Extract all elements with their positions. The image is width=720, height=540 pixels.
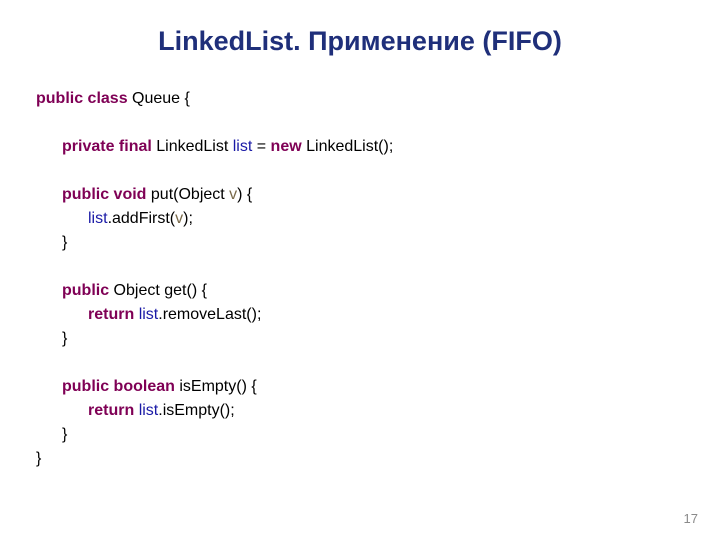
keyword: new xyxy=(271,138,302,155)
code-line: public class Queue { xyxy=(36,87,720,111)
code-text: ); xyxy=(183,210,193,227)
code-text: .isEmpty(); xyxy=(158,402,234,419)
code-line: } xyxy=(36,423,720,447)
code-block: public class Queue { private final Linke… xyxy=(0,57,720,471)
code-line: } xyxy=(36,327,720,351)
code-text: Queue { xyxy=(128,90,190,107)
blank-line xyxy=(36,159,720,183)
code-line: public Object get() { xyxy=(36,279,720,303)
blank-line xyxy=(36,255,720,279)
keyword: return xyxy=(88,306,134,323)
code-text: .removeLast(); xyxy=(158,306,261,323)
code-line: } xyxy=(36,231,720,255)
code-text: .addFirst( xyxy=(108,210,176,227)
param: v xyxy=(229,186,237,203)
keyword: public void xyxy=(62,186,146,203)
field: list xyxy=(139,402,159,419)
code-text: Object get() { xyxy=(109,282,207,299)
code-line: return list.isEmpty(); xyxy=(36,399,720,423)
keyword: public xyxy=(62,282,109,299)
keyword: public boolean xyxy=(62,378,175,395)
code-line: public boolean isEmpty() { xyxy=(36,375,720,399)
param: v xyxy=(175,210,183,227)
code-line: public void put(Object v) { xyxy=(36,183,720,207)
keyword: return xyxy=(88,402,134,419)
page-number: 17 xyxy=(684,511,698,526)
field: list xyxy=(88,210,108,227)
field: list xyxy=(139,306,159,323)
keyword: private final xyxy=(62,138,152,155)
code-text: isEmpty() { xyxy=(175,378,257,395)
code-text: ) { xyxy=(237,186,252,203)
code-line: private final LinkedList list = new Link… xyxy=(36,135,720,159)
code-text: LinkedList xyxy=(152,138,233,155)
blank-line xyxy=(36,351,720,375)
code-text: = xyxy=(252,138,270,155)
field: list xyxy=(233,138,253,155)
code-text: put(Object xyxy=(146,186,229,203)
code-line: list.addFirst(v); xyxy=(36,207,720,231)
code-text: LinkedList(); xyxy=(302,138,394,155)
blank-line xyxy=(36,111,720,135)
slide-title: LinkedList. Применение (FIFO) xyxy=(0,0,720,57)
code-line: } xyxy=(36,447,720,471)
code-line: return list.removeLast(); xyxy=(36,303,720,327)
keyword: public class xyxy=(36,90,128,107)
